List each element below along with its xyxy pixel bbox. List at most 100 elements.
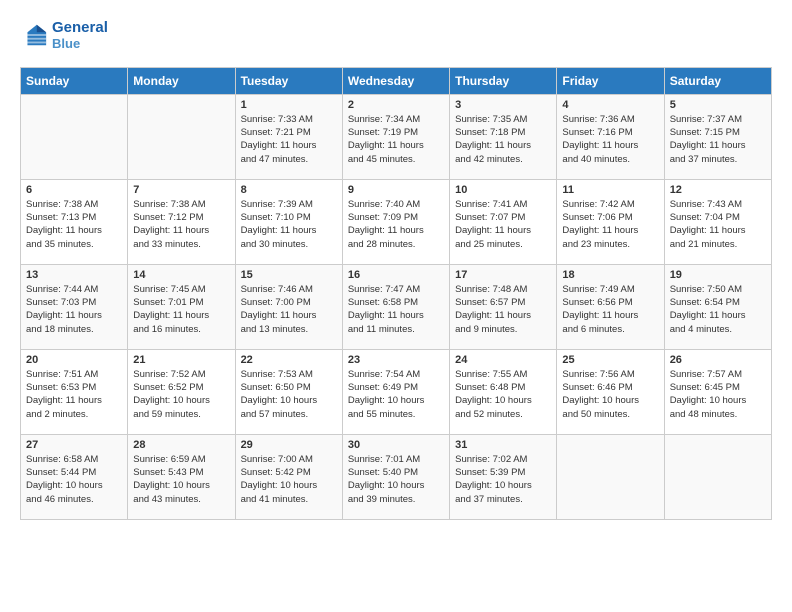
day-number: 24: [455, 354, 551, 366]
calendar-cell: 28Sunrise: 6:59 AM Sunset: 5:43 PM Dayli…: [128, 434, 235, 519]
calendar-cell: 19 Sunrise: 7:50 AM Sunset: 6:54 PM Dayli…: [664, 264, 771, 349]
calendar-week-5: 27 Sunrise: 6:58 AM Sunset: 5:44 PM Dayli…: [21, 434, 772, 519]
calendar-cell: 26 Sunrise: 7:57 AM Sunset: 6:45 PM Dayli…: [664, 349, 771, 434]
day-number: 10: [455, 184, 551, 196]
calendar-cell: 15 Sunrise: 7:46 AM Sunset: 7:00 PM Dayli…: [235, 264, 342, 349]
day-number: 21: [133, 354, 229, 366]
day-number: 14: [133, 269, 229, 281]
day-number: 23: [348, 354, 444, 366]
day-number: 27: [26, 439, 122, 451]
day-detail: Sunrise: 7:38 AM Sunset: 7:13 PM Dayligh…: [26, 198, 122, 251]
logo: General Blue: [20, 20, 108, 51]
logo-icon: [20, 21, 48, 49]
day-number: 26: [670, 354, 766, 366]
calendar-cell: 30 Sunrise: 7:01 AM Sunset: 5:40 PM Dayli…: [342, 434, 449, 519]
calendar-cell: 25 Sunrise: 7:56 AM Sunset: 6:46 PM Dayli…: [557, 349, 664, 434]
day-number: 15: [241, 269, 337, 281]
col-header-tuesday: Tuesday: [235, 67, 342, 94]
day-detail: Sunrise: 7:02 AM Sunset: 5:39 PM Dayligh…: [455, 453, 551, 506]
day-detail: Sunrise: 7:53 AM Sunset: 6:50 PM Dayligh…: [241, 368, 337, 421]
day-number: 18: [562, 269, 658, 281]
calendar-cell: 24 Sunrise: 7:55 AM Sunset: 6:48 PM Dayli…: [450, 349, 557, 434]
calendar-cell: 13Sunrise: 7:44 AM Sunset: 7:03 PM Dayli…: [21, 264, 128, 349]
calendar-cell: 10 Sunrise: 7:41 AM Sunset: 7:07 PM Dayli…: [450, 179, 557, 264]
day-number: 4: [562, 99, 658, 111]
day-detail: Sunrise: 7:40 AM Sunset: 7:09 PM Dayligh…: [348, 198, 444, 251]
day-detail: Sunrise: 7:50 AM Sunset: 6:54 PM Dayligh…: [670, 283, 766, 336]
logo-text: General Blue: [52, 20, 108, 51]
day-number: 29: [241, 439, 337, 451]
day-detail: Sunrise: 7:51 AM Sunset: 6:53 PM Dayligh…: [26, 368, 122, 421]
day-number: 17: [455, 269, 551, 281]
col-header-friday: Friday: [557, 67, 664, 94]
calendar-cell: 21 Sunrise: 7:52 AM Sunset: 6:52 PM Dayli…: [128, 349, 235, 434]
calendar-cell: 7Sunrise: 7:38 AM Sunset: 7:12 PM Daylig…: [128, 179, 235, 264]
calendar-body: 1 Sunrise: 7:33 AM Sunset: 7:21 PM Daylig…: [21, 94, 772, 519]
day-number: 31: [455, 439, 551, 451]
calendar-cell: 8Sunrise: 7:39 AM Sunset: 7:10 PM Daylig…: [235, 179, 342, 264]
calendar-cell: 29 Sunrise: 7:00 AM Sunset: 5:42 PM Dayli…: [235, 434, 342, 519]
page-header: General Blue: [20, 20, 772, 51]
day-detail: Sunrise: 7:47 AM Sunset: 6:58 PM Dayligh…: [348, 283, 444, 336]
calendar-cell: [128, 94, 235, 179]
day-detail: Sunrise: 7:33 AM Sunset: 7:21 PM Dayligh…: [241, 113, 337, 166]
day-detail: Sunrise: 7:37 AM Sunset: 7:15 PM Dayligh…: [670, 113, 766, 166]
col-header-monday: Monday: [128, 67, 235, 94]
calendar-header: SundayMondayTuesdayWednesdayThursdayFrid…: [21, 67, 772, 94]
day-number: 25: [562, 354, 658, 366]
calendar-cell: 17 Sunrise: 7:48 AM Sunset: 6:57 PM Dayli…: [450, 264, 557, 349]
day-number: 28: [133, 439, 229, 451]
day-detail: Sunrise: 7:01 AM Sunset: 5:40 PM Dayligh…: [348, 453, 444, 506]
day-detail: Sunrise: 7:38 AM Sunset: 7:12 PM Dayligh…: [133, 198, 229, 251]
day-number: 3: [455, 99, 551, 111]
day-detail: Sunrise: 7:45 AM Sunset: 7:01 PM Dayligh…: [133, 283, 229, 336]
day-detail: Sunrise: 7:49 AM Sunset: 6:56 PM Dayligh…: [562, 283, 658, 336]
day-detail: Sunrise: 6:58 AM Sunset: 5:44 PM Dayligh…: [26, 453, 122, 506]
day-number: 5: [670, 99, 766, 111]
day-detail: Sunrise: 7:41 AM Sunset: 7:07 PM Dayligh…: [455, 198, 551, 251]
calendar-week-4: 20 Sunrise: 7:51 AM Sunset: 6:53 PM Dayli…: [21, 349, 772, 434]
day-number: 16: [348, 269, 444, 281]
day-detail: Sunrise: 7:42 AM Sunset: 7:06 PM Dayligh…: [562, 198, 658, 251]
calendar-cell: 11Sunrise: 7:42 AM Sunset: 7:06 PM Dayli…: [557, 179, 664, 264]
day-number: 19: [670, 269, 766, 281]
calendar-cell: 23Sunrise: 7:54 AM Sunset: 6:49 PM Dayli…: [342, 349, 449, 434]
calendar-week-2: 6Sunrise: 7:38 AM Sunset: 7:13 PM Daylig…: [21, 179, 772, 264]
calendar-cell: [21, 94, 128, 179]
day-detail: Sunrise: 7:57 AM Sunset: 6:45 PM Dayligh…: [670, 368, 766, 421]
calendar-cell: 12Sunrise: 7:43 AM Sunset: 7:04 PM Dayli…: [664, 179, 771, 264]
calendar-cell: 9 Sunrise: 7:40 AM Sunset: 7:09 PM Daylig…: [342, 179, 449, 264]
calendar-cell: 31 Sunrise: 7:02 AM Sunset: 5:39 PM Dayli…: [450, 434, 557, 519]
calendar-cell: 3Sunrise: 7:35 AM Sunset: 7:18 PM Daylig…: [450, 94, 557, 179]
calendar-table: SundayMondayTuesdayWednesdayThursdayFrid…: [20, 67, 772, 520]
calendar-cell: 27 Sunrise: 6:58 AM Sunset: 5:44 PM Dayli…: [21, 434, 128, 519]
col-header-wednesday: Wednesday: [342, 67, 449, 94]
col-header-saturday: Saturday: [664, 67, 771, 94]
day-number: 20: [26, 354, 122, 366]
calendar-cell: [557, 434, 664, 519]
day-number: 30: [348, 439, 444, 451]
day-number: 1: [241, 99, 337, 111]
day-detail: Sunrise: 7:55 AM Sunset: 6:48 PM Dayligh…: [455, 368, 551, 421]
calendar-cell: 2 Sunrise: 7:34 AM Sunset: 7:19 PM Daylig…: [342, 94, 449, 179]
calendar-cell: 22Sunrise: 7:53 AM Sunset: 6:50 PM Dayli…: [235, 349, 342, 434]
day-number: 9: [348, 184, 444, 196]
day-detail: Sunrise: 7:56 AM Sunset: 6:46 PM Dayligh…: [562, 368, 658, 421]
day-detail: Sunrise: 7:52 AM Sunset: 6:52 PM Dayligh…: [133, 368, 229, 421]
calendar-cell: [664, 434, 771, 519]
day-detail: Sunrise: 7:48 AM Sunset: 6:57 PM Dayligh…: [455, 283, 551, 336]
day-number: 13: [26, 269, 122, 281]
day-detail: Sunrise: 7:00 AM Sunset: 5:42 PM Dayligh…: [241, 453, 337, 506]
day-detail: Sunrise: 7:34 AM Sunset: 7:19 PM Dayligh…: [348, 113, 444, 166]
col-header-sunday: Sunday: [21, 67, 128, 94]
calendar-cell: 1 Sunrise: 7:33 AM Sunset: 7:21 PM Daylig…: [235, 94, 342, 179]
day-number: 2: [348, 99, 444, 111]
calendar-cell: 6Sunrise: 7:38 AM Sunset: 7:13 PM Daylig…: [21, 179, 128, 264]
day-detail: Sunrise: 7:43 AM Sunset: 7:04 PM Dayligh…: [670, 198, 766, 251]
day-number: 8: [241, 184, 337, 196]
calendar-cell: 20 Sunrise: 7:51 AM Sunset: 6:53 PM Dayli…: [21, 349, 128, 434]
day-detail: Sunrise: 7:46 AM Sunset: 7:00 PM Dayligh…: [241, 283, 337, 336]
calendar-cell: 14 Sunrise: 7:45 AM Sunset: 7:01 PM Dayli…: [128, 264, 235, 349]
calendar-cell: 4Sunrise: 7:36 AM Sunset: 7:16 PM Daylig…: [557, 94, 664, 179]
calendar-week-1: 1 Sunrise: 7:33 AM Sunset: 7:21 PM Daylig…: [21, 94, 772, 179]
